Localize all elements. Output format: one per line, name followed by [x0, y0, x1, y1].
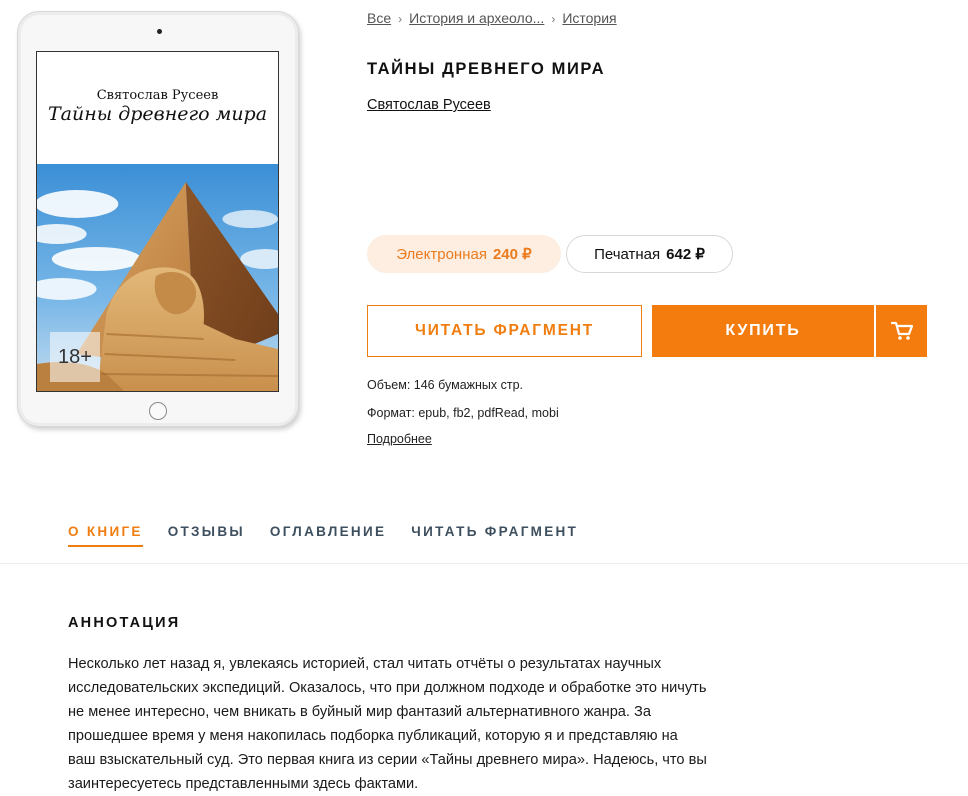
format-info: Формат: epub, fb2, pdfRead, mobi [367, 406, 559, 420]
age-rating-badge: 18+ [50, 332, 100, 382]
cover-title: Тайны древнего мира [47, 103, 268, 125]
price-electronic-label: Электронная [396, 245, 487, 263]
breadcrumb-item-all[interactable]: Все [367, 10, 391, 26]
tab-about-book[interactable]: О КНИГЕ [68, 524, 143, 547]
tablet-home-button [149, 402, 167, 420]
tabs-divider [0, 563, 968, 564]
price-electronic-option[interactable]: Электронная 240 ₽ [367, 235, 561, 273]
add-to-cart-button[interactable] [876, 305, 927, 357]
cover-author: Святослав Русеев [96, 88, 219, 103]
book-cover-tablet: Святослав Русеев Тайны древнего мира 18+ [17, 11, 299, 427]
breadcrumb: Все › История и археоло... › История [367, 10, 617, 26]
price-print-label: Печатная [594, 245, 661, 263]
tablet-camera [157, 29, 162, 34]
more-details-link[interactable]: Подробнее [367, 432, 432, 446]
breadcrumb-item-history[interactable]: История [562, 10, 616, 26]
cart-icon [890, 321, 913, 340]
volume-info: Объем: 146 бумажных стр. [367, 378, 524, 392]
breadcrumb-item-history-archaeology[interactable]: История и археоло... [409, 10, 544, 26]
cover-header: Святослав Русеев Тайны древнего мира [37, 52, 278, 164]
breadcrumb-separator: › [398, 12, 403, 26]
price-print-option[interactable]: Печатная 642 ₽ [566, 235, 733, 273]
annotation-text: Несколько лет назад я, увлекаясь историе… [68, 656, 707, 792]
tab-reviews[interactable]: ОТЗЫВЫ [168, 524, 245, 547]
breadcrumb-separator: › [551, 12, 556, 26]
author-link[interactable]: Святослав Русеев [367, 97, 491, 113]
annotation-heading: АННОТАЦИЯ [68, 615, 181, 631]
buy-button[interactable]: КУПИТЬ [652, 305, 874, 357]
price-electronic-amount: 240 ₽ [492, 246, 532, 263]
price-print-amount: 642 ₽ [666, 246, 705, 263]
book-title: ТАЙНЫ ДРЕВНЕГО МИРА [367, 60, 606, 78]
tab-read-fragment[interactable]: ЧИТАТЬ ФРАГМЕНТ [411, 524, 578, 547]
read-fragment-button[interactable]: ЧИТАТЬ ФРАГМЕНТ [367, 305, 642, 357]
tab-contents[interactable]: ОГЛАВЛЕНИЕ [270, 524, 386, 547]
book-tabs: О КНИГЕ ОТЗЫВЫ ОГЛАВЛЕНИЕ ЧИТАТЬ ФРАГМЕН… [68, 524, 603, 547]
book-cover[interactable]: Святослав Русеев Тайны древнего мира 18+ [36, 51, 279, 392]
